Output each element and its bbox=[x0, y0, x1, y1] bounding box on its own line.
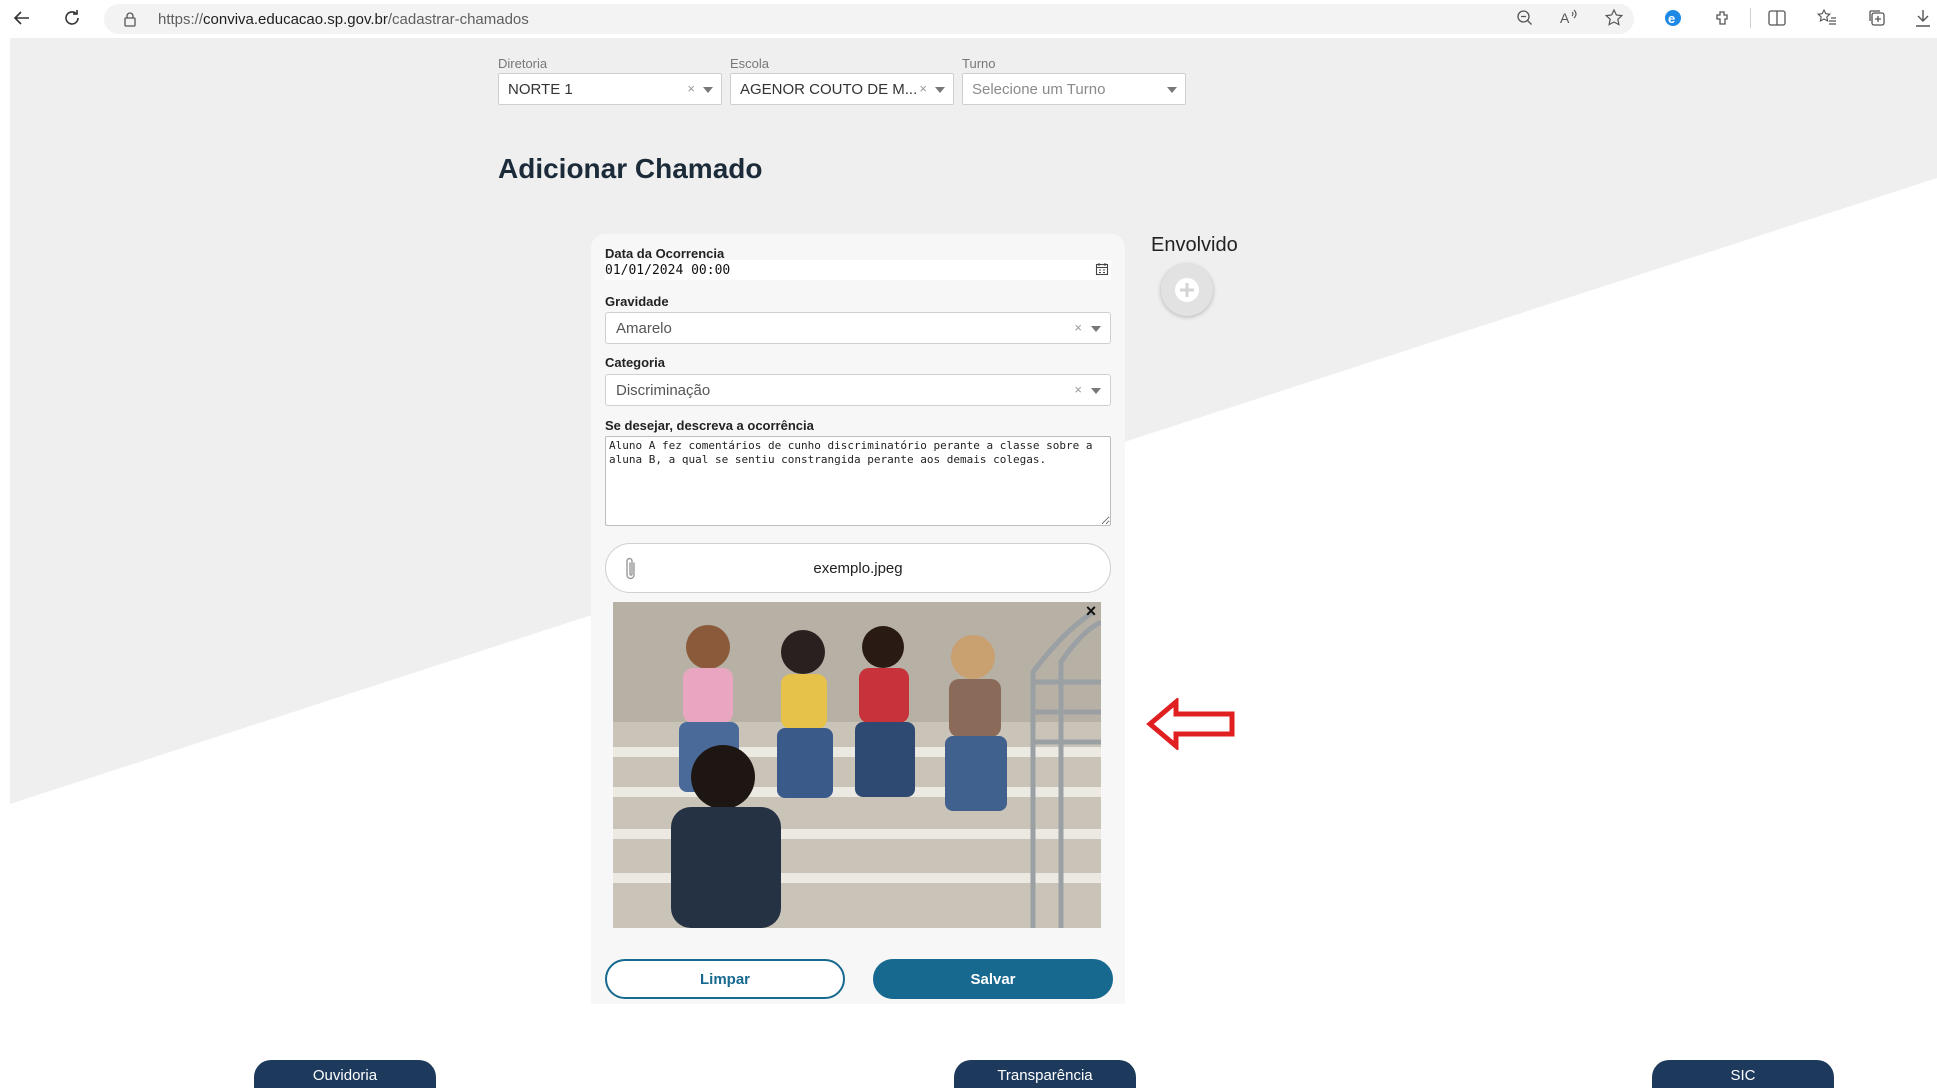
turno-filter: Turno Selecione um Turno bbox=[962, 56, 1186, 105]
back-icon[interactable] bbox=[6, 4, 38, 32]
ie-mode-icon[interactable]: e bbox=[1656, 4, 1690, 32]
add-envolvido-button[interactable] bbox=[1161, 264, 1213, 316]
description-label: Se desejar, descreva a ocorrência bbox=[605, 418, 814, 433]
diretoria-label: Diretoria bbox=[498, 56, 548, 71]
attachment-field[interactable]: exemplo.jpeg bbox=[605, 543, 1111, 593]
chevron-down-icon[interactable] bbox=[703, 87, 713, 93]
date-label: Data da Ocorrencia bbox=[605, 246, 725, 261]
page-content: Diretoria NORTE 1 × Escola AGENOR COUTO … bbox=[10, 38, 1937, 1088]
categoria-value: Discriminação bbox=[616, 382, 711, 399]
attachment-filename: exemplo.jpeg bbox=[813, 560, 903, 577]
page-title: Adicionar Chamado bbox=[498, 153, 763, 184]
date-input[interactable]: 01/01/2024 00:00 bbox=[605, 260, 1111, 280]
escola-select[interactable]: AGENOR COUTO DE M... × bbox=[730, 73, 954, 105]
clear-button[interactable]: Limpar bbox=[605, 959, 845, 999]
lock-icon[interactable] bbox=[122, 11, 138, 32]
escola-label: Escola bbox=[730, 56, 770, 71]
turno-select[interactable]: Selecione um Turno bbox=[962, 73, 1186, 105]
svg-text:e: e bbox=[1668, 11, 1675, 26]
gravidade-select[interactable]: Amarelo × bbox=[605, 312, 1111, 344]
diretoria-value: NORTE 1 bbox=[508, 81, 573, 98]
browser-window: https://conviva.educacao.sp.gov.br/cadas… bbox=[0, 0, 1937, 1088]
sic-button[interactable]: SIC bbox=[1652, 1060, 1834, 1088]
categoria-select[interactable]: Discriminação × bbox=[605, 374, 1111, 406]
download-icon[interactable] bbox=[1906, 4, 1937, 32]
diretoria-filter: Diretoria NORTE 1 × bbox=[498, 56, 722, 105]
zoom-out-icon[interactable] bbox=[1508, 4, 1542, 32]
favorites-icon[interactable] bbox=[1810, 4, 1844, 32]
attachment-preview-image bbox=[613, 602, 1101, 928]
ouvidoria-button[interactable]: Ouvidoria bbox=[254, 1060, 436, 1088]
address-bar[interactable]: https://conviva.educacao.sp.gov.br/cadas… bbox=[104, 4, 1634, 34]
categoria-label: Categoria bbox=[605, 355, 665, 370]
escola-filter: Escola AGENOR COUTO DE M... × bbox=[730, 56, 954, 105]
description-textarea[interactable]: Aluno A fez comentários de cunho discrim… bbox=[605, 436, 1111, 526]
diretoria-select[interactable]: NORTE 1 × bbox=[498, 73, 722, 105]
turno-placeholder: Selecione um Turno bbox=[972, 81, 1106, 98]
browser-toolbar: https://conviva.educacao.sp.gov.br/cadas… bbox=[0, 0, 1937, 38]
svg-text:A: A bbox=[1560, 10, 1570, 26]
favorite-star-icon[interactable] bbox=[1597, 4, 1631, 32]
url-path: /cadastrar-chamados bbox=[387, 11, 529, 28]
escola-value: AGENOR COUTO DE M... bbox=[740, 81, 918, 98]
url-host: conviva.educacao.sp.gov.br bbox=[203, 11, 388, 28]
calendar-icon[interactable] bbox=[1095, 262, 1109, 281]
clear-icon[interactable]: × bbox=[687, 81, 695, 96]
gravidade-label: Gravidade bbox=[605, 294, 669, 309]
chevron-down-icon[interactable] bbox=[1091, 326, 1101, 332]
remove-attachment-icon[interactable]: × bbox=[1081, 601, 1101, 621]
chevron-down-icon[interactable] bbox=[1167, 87, 1177, 93]
transparencia-button[interactable]: Transparência bbox=[954, 1060, 1136, 1088]
toolbar-divider bbox=[1750, 8, 1751, 28]
split-screen-icon[interactable] bbox=[1760, 4, 1794, 32]
annotation-arrow-icon bbox=[1146, 698, 1235, 750]
read-aloud-icon[interactable]: A bbox=[1552, 4, 1586, 32]
envolvido-title: Envolvido bbox=[1151, 234, 1238, 256]
plus-icon bbox=[1175, 278, 1199, 302]
url-text[interactable]: https://conviva.educacao.sp.gov.br/cadas… bbox=[158, 11, 529, 28]
chevron-down-icon[interactable] bbox=[935, 87, 945, 93]
extensions-icon[interactable] bbox=[1706, 4, 1740, 32]
date-value: 01/01/2024 00:00 bbox=[605, 263, 731, 278]
chevron-down-icon[interactable] bbox=[1091, 388, 1101, 394]
gravidade-value: Amarelo bbox=[616, 320, 672, 337]
occurrence-form: Data da Ocorrencia 01/01/2024 00:00 Grav… bbox=[591, 234, 1125, 1004]
clear-icon[interactable]: × bbox=[919, 81, 927, 96]
refresh-icon[interactable] bbox=[56, 4, 88, 32]
save-button[interactable]: Salvar bbox=[873, 959, 1113, 999]
clear-icon[interactable]: × bbox=[1074, 320, 1082, 335]
collections-icon[interactable] bbox=[1860, 4, 1894, 32]
clear-icon[interactable]: × bbox=[1074, 382, 1082, 397]
turno-label: Turno bbox=[962, 56, 996, 71]
url-scheme: https:// bbox=[158, 11, 204, 28]
